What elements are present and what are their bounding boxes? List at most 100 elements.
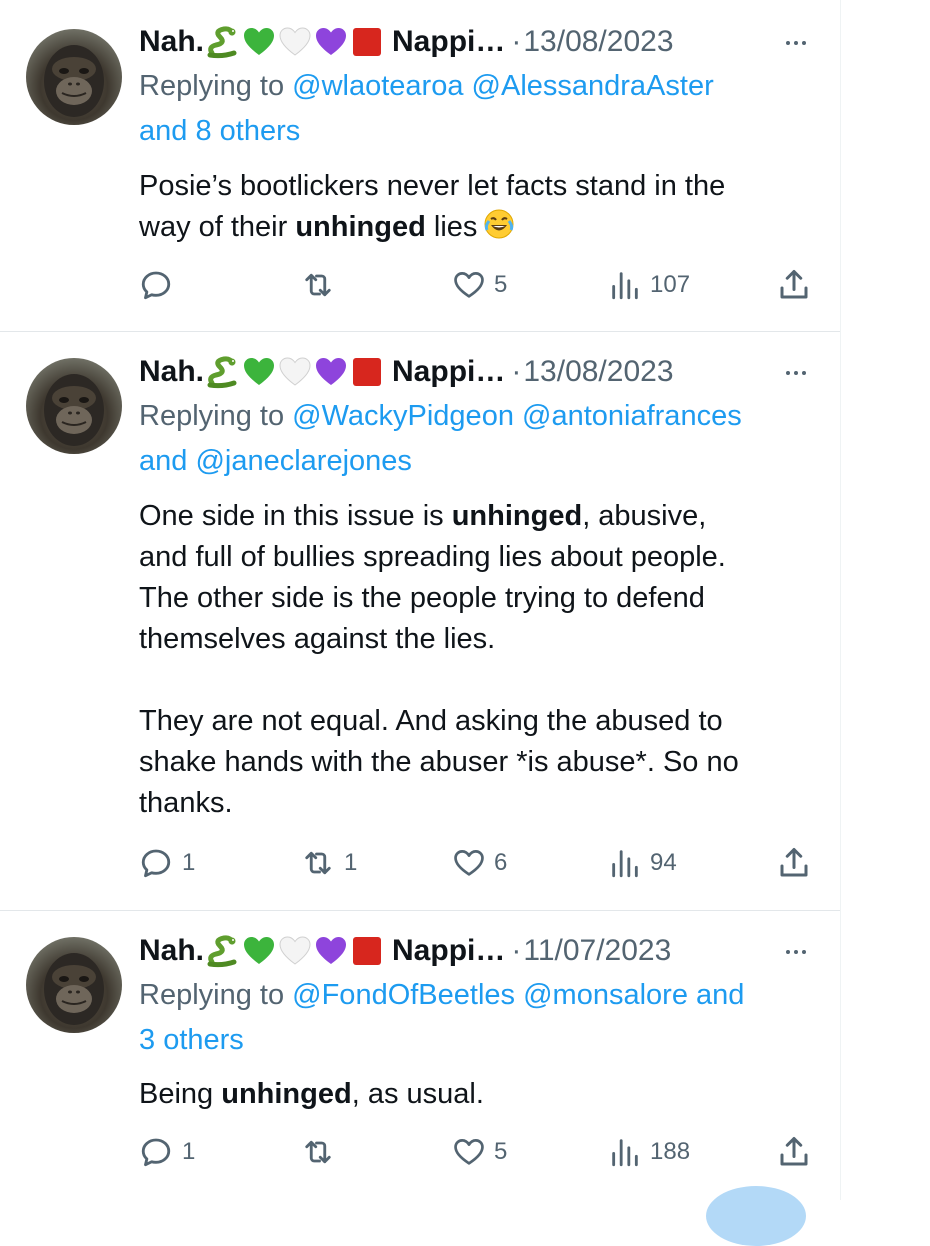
replying-label: Replying to	[139, 979, 285, 1011]
heart-icon	[452, 846, 486, 880]
tweet-text-line: shake hands with the abuser *is abuse*. …	[139, 746, 739, 778]
bold-text: unhinged	[451, 500, 583, 532]
retweet-button[interactable]: 1	[300, 843, 357, 883]
mention-link[interactable]: @janeclarejones	[195, 445, 411, 477]
action-bar: 1 5 188	[0, 1132, 840, 1172]
tweet-date[interactable]: 13/08/2023	[523, 25, 673, 59]
share-button[interactable]	[776, 1132, 812, 1172]
mention-link[interactable]: @FondOfBeetles	[292, 979, 515, 1011]
tweet-date[interactable]: 11/07/2023	[523, 934, 671, 968]
snake-emoji	[206, 25, 240, 59]
tweet-header: Nah. Nappi… · 11/07/2023	[139, 931, 671, 971]
green-heart-emoji	[242, 934, 276, 968]
others-count[interactable]: 3	[139, 1024, 155, 1056]
separator-dot: ·	[511, 25, 522, 58]
mention-link[interactable]: @monsalore	[523, 979, 688, 1011]
mention-link[interactable]: @AlessandraAster	[472, 70, 714, 102]
reply-button[interactable]: 1	[138, 843, 195, 883]
compose-button[interactable]	[706, 1186, 806, 1246]
mention-link[interactable]: @WackyPidgeon	[292, 400, 514, 432]
view-count: 188	[650, 1138, 691, 1165]
user-handle[interactable]: Nappi…	[392, 25, 505, 59]
display-name[interactable]: Nah.	[139, 25, 204, 59]
face-with-tears-of-joy-emoji	[483, 208, 515, 240]
views-icon	[608, 268, 642, 302]
tweet-text-span: way of their	[139, 211, 296, 243]
tweet-text-span: lies	[425, 211, 478, 243]
views-button[interactable]: 94	[608, 843, 677, 883]
tweet-header: Nah. Nappi… · 13/08/2023	[139, 352, 674, 392]
replying-to: Replying to @wlaotearoa @AlessandraAster…	[139, 64, 829, 154]
display-name[interactable]: Nah.	[139, 355, 204, 389]
tweet-text-line: thanks.	[139, 787, 233, 819]
views-icon	[608, 1135, 642, 1169]
tweet-text-line	[139, 660, 829, 701]
tweet-divider	[0, 331, 840, 332]
avatar[interactable]	[26, 29, 122, 125]
purple-heart-emoji	[314, 25, 348, 59]
timeline-border	[840, 0, 841, 1200]
mention-link[interactable]: @antoniafrances	[522, 400, 742, 432]
others-link[interactable]: and	[696, 979, 744, 1011]
replying-label: Replying to	[139, 400, 285, 432]
tweet-text: Being unhinged, as usual.	[139, 1074, 829, 1115]
reply-icon	[138, 845, 174, 881]
replying-label: Replying to	[139, 70, 285, 102]
user-handle[interactable]: Nappi…	[392, 934, 505, 968]
like-button[interactable]: 6	[452, 843, 507, 883]
white-heart-emoji	[278, 355, 312, 389]
retweet-button[interactable]	[300, 265, 344, 305]
like-count: 6	[494, 849, 508, 876]
more-icon[interactable]	[778, 363, 814, 383]
bold-text: unhinged	[221, 1078, 352, 1110]
share-icon	[776, 1134, 812, 1170]
separator-dot: ·	[511, 934, 522, 967]
retweet-icon	[300, 845, 336, 881]
action-bar: 5 107	[0, 265, 840, 305]
tweet-text-line: and full of bullies spreading lies about…	[139, 541, 726, 573]
avatar[interactable]	[26, 358, 122, 454]
reply-icon	[138, 1134, 174, 1170]
mention-link[interactable]: @wlaotearoa	[292, 70, 463, 102]
tweet-text-line: The other side is the people trying to d…	[139, 582, 705, 614]
reply-button[interactable]: 1	[138, 1132, 195, 1172]
reply-count: 1	[182, 849, 196, 876]
purple-heart-emoji	[314, 934, 348, 968]
like-button[interactable]: 5	[452, 265, 507, 305]
like-button[interactable]: 5	[452, 1132, 507, 1172]
red-square-emoji	[350, 25, 384, 59]
white-heart-emoji	[278, 25, 312, 59]
retweet-count: 1	[344, 849, 358, 876]
reply-and: and	[139, 445, 188, 477]
tweet-text: Posie’s bootlickers never let facts stan…	[139, 166, 829, 248]
avatar[interactable]	[26, 937, 122, 1033]
others-link[interactable]: others	[163, 1024, 244, 1056]
display-name[interactable]: Nah.	[139, 934, 204, 968]
tweet-text: One side in this issue is unhinged, abus…	[139, 496, 829, 824]
views-button[interactable]: 107	[608, 265, 690, 305]
reply-icon	[138, 267, 174, 303]
share-button[interactable]	[776, 843, 812, 883]
share-icon	[776, 267, 812, 303]
tweet-text-line: themselves against the lies.	[139, 623, 496, 655]
tweet-text-line: Posie’s bootlickers never let facts stan…	[139, 170, 726, 202]
green-heart-emoji	[242, 355, 276, 389]
snake-emoji	[206, 934, 240, 968]
more-icon[interactable]	[778, 942, 814, 962]
bold-text: unhinged	[295, 211, 426, 243]
action-bar: 1 1 6 94	[0, 843, 840, 883]
views-button[interactable]: 188	[608, 1132, 690, 1172]
more-icon[interactable]	[778, 33, 814, 53]
reply-count: 1	[182, 1138, 196, 1165]
user-handle[interactable]: Nappi…	[392, 355, 505, 389]
tweet-date[interactable]: 13/08/2023	[523, 355, 673, 389]
share-button[interactable]	[776, 265, 812, 305]
tweet-divider	[0, 910, 840, 911]
others-link[interactable]: and 8 others	[139, 115, 300, 147]
like-count: 5	[494, 1138, 508, 1165]
tweet-header: Nah. Nappi… · 13/08/2023	[139, 22, 674, 62]
red-square-emoji	[350, 934, 384, 968]
tweet-text-span: , as usual.	[351, 1078, 484, 1110]
retweet-button[interactable]	[300, 1132, 344, 1172]
reply-button[interactable]	[138, 265, 182, 305]
